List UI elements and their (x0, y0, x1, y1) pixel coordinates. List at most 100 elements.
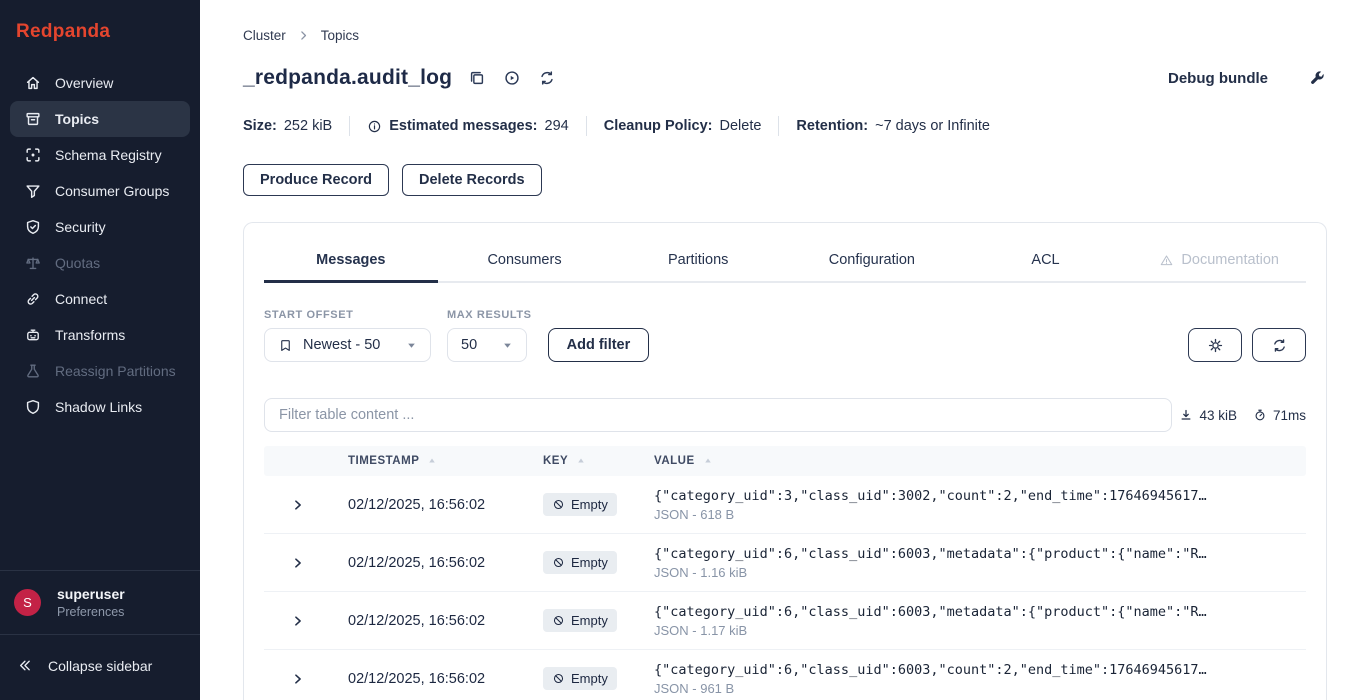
sidebar-item-label: Shadow Links (55, 399, 142, 415)
breadcrumb-topics[interactable]: Topics (321, 28, 359, 43)
user-name: superuser (57, 586, 125, 602)
max-results-select[interactable]: 50 (447, 328, 527, 362)
caret-down-icon (502, 340, 513, 351)
download-icon[interactable] (1179, 408, 1193, 422)
stat-value: 252 kiB (284, 118, 332, 134)
refresh-icon (1271, 337, 1288, 354)
tab-consumers[interactable]: Consumers (438, 247, 612, 283)
stat-label: Cleanup Policy: (604, 118, 713, 134)
sidebar-item-overview[interactable]: Overview (10, 65, 190, 101)
tab-configuration[interactable]: Configuration (785, 247, 959, 283)
column-header-key[interactable]: KEY (543, 455, 654, 467)
app-root: Redpanda Overview Topics Schema Registry (0, 0, 1366, 700)
timestamp-cell: 02/12/2025, 16:56:02 (348, 613, 543, 629)
refresh-icon[interactable] (538, 69, 556, 87)
sidebar: Redpanda Overview Topics Schema Registry (0, 0, 200, 700)
sidebar-item-label: Quotas (55, 255, 100, 271)
filter-table-input[interactable] (264, 398, 1172, 432)
tab-acl[interactable]: ACL (959, 247, 1133, 283)
stat-estimated-messages: Estimated messages: 294 (367, 118, 569, 134)
tab-documentation[interactable]: Documentation (1132, 247, 1306, 283)
sidebar-item-topics[interactable]: Topics (10, 101, 190, 137)
sidebar-item-label: Security (55, 219, 106, 235)
main-content: Cluster Topics _redpanda.audit_log Deb (200, 0, 1366, 700)
value-json: {"category_uid":6,"class_uid":6003,"meta… (654, 604, 1276, 620)
shield-icon (24, 398, 42, 416)
key-cell: Empty (543, 551, 654, 574)
expand-row-icon[interactable] (264, 498, 348, 512)
download-size-value: 43 kiB (1199, 408, 1237, 423)
stopwatch-icon (1253, 408, 1267, 422)
expand-row-icon[interactable] (264, 672, 348, 686)
topic-card: Messages Consumers Partitions Configurat… (243, 222, 1327, 700)
table-row: 02/12/2025, 16:56:02 Empty {"category_ui… (264, 650, 1306, 700)
value-cell[interactable]: {"category_uid":6,"class_uid":6003,"meta… (654, 604, 1306, 638)
stat-value: 294 (545, 118, 569, 134)
sidebar-item-label: Consumer Groups (55, 183, 169, 199)
sidebar-item-label: Schema Registry (55, 147, 162, 163)
key-cell: Empty (543, 609, 654, 632)
stat-value: ~7 days or Infinite (875, 118, 990, 134)
sidebar-item-security[interactable]: Security (10, 209, 190, 245)
tab-messages[interactable]: Messages (264, 247, 438, 283)
warning-icon (1159, 253, 1174, 268)
elapsed-time: 71ms (1253, 408, 1306, 423)
tab-partitions[interactable]: Partitions (611, 247, 785, 283)
sidebar-nav: Overview Topics Schema Registry Consumer… (0, 65, 200, 570)
wrench-icon[interactable] (1308, 69, 1327, 88)
delete-records-button[interactable]: Delete Records (402, 164, 542, 196)
user-preferences-link[interactable]: Preferences (57, 605, 125, 619)
sidebar-item-shadow-links[interactable]: Shadow Links (10, 389, 190, 425)
value-cell[interactable]: {"category_uid":6,"class_uid":6003,"coun… (654, 662, 1306, 696)
sidebar-item-transforms[interactable]: Transforms (10, 317, 190, 353)
collapse-sidebar-button[interactable]: Collapse sidebar (0, 635, 200, 700)
table-row: 02/12/2025, 16:56:02 Empty {"category_ui… (264, 592, 1306, 650)
value-meta: JSON - 1.16 kiB (654, 565, 1276, 580)
gear-icon (1207, 337, 1224, 354)
caret-down-icon (406, 340, 417, 351)
stat-value: Delete (720, 118, 762, 134)
refresh-table-button[interactable] (1252, 328, 1306, 362)
sidebar-item-quotas[interactable]: Quotas (10, 245, 190, 281)
download-size: 43 kiB (1179, 408, 1237, 423)
debug-bundle-link[interactable]: Debug bundle (1168, 70, 1268, 87)
expand-row-icon[interactable] (264, 614, 348, 628)
value-cell[interactable]: {"category_uid":3,"class_uid":3002,"coun… (654, 488, 1306, 522)
table-toolbar: 43 kiB 71ms (264, 398, 1306, 432)
settings-button[interactable] (1188, 328, 1242, 362)
sidebar-item-label: Transforms (55, 327, 125, 343)
expand-row-icon[interactable] (264, 556, 348, 570)
title-row: _redpanda.audit_log Debug bundle (243, 66, 1327, 90)
sidebar-item-schema-registry[interactable]: Schema Registry (10, 137, 190, 173)
column-header-value[interactable]: VALUE (654, 455, 1306, 467)
sidebar-item-connect[interactable]: Connect (10, 281, 190, 317)
sidebar-item-consumer-groups[interactable]: Consumer Groups (10, 173, 190, 209)
stat-label: Retention: (796, 118, 868, 134)
redpanda-logo[interactable]: Redpanda (0, 0, 200, 43)
timestamp-cell: 02/12/2025, 16:56:02 (348, 497, 543, 513)
topic-stats: Size: 252 kiB Estimated messages: 294 Cl… (243, 116, 1327, 136)
flask-icon (24, 362, 42, 380)
value-cell[interactable]: {"category_uid":6,"class_uid":6003,"meta… (654, 546, 1306, 580)
sort-icon (703, 456, 713, 466)
start-offset-select[interactable]: Newest - 50 (264, 328, 431, 362)
user-menu[interactable]: S superuser Preferences (0, 571, 200, 634)
produce-record-button[interactable]: Produce Record (243, 164, 389, 196)
copy-icon[interactable] (468, 69, 486, 87)
table-row: 02/12/2025, 16:56:02 Empty {"category_ui… (264, 476, 1306, 534)
play-circle-icon[interactable] (503, 69, 521, 87)
sidebar-item-label: Reassign Partitions (55, 363, 176, 379)
table-row: 02/12/2025, 16:56:02 Empty {"category_ui… (264, 534, 1306, 592)
robot-icon (24, 326, 42, 344)
value-meta: JSON - 1.17 kiB (654, 623, 1276, 638)
add-filter-button[interactable]: Add filter (548, 328, 650, 362)
sidebar-item-reassign-partitions[interactable]: Reassign Partitions (10, 353, 190, 389)
ban-icon (552, 614, 565, 627)
topics-icon (24, 110, 42, 128)
breadcrumb-cluster[interactable]: Cluster (243, 28, 286, 43)
sort-icon (576, 456, 586, 466)
home-icon (24, 74, 42, 92)
column-header-timestamp[interactable]: TIMESTAMP (348, 455, 543, 467)
breadcrumb: Cluster Topics (243, 28, 1327, 43)
divider (349, 116, 350, 136)
